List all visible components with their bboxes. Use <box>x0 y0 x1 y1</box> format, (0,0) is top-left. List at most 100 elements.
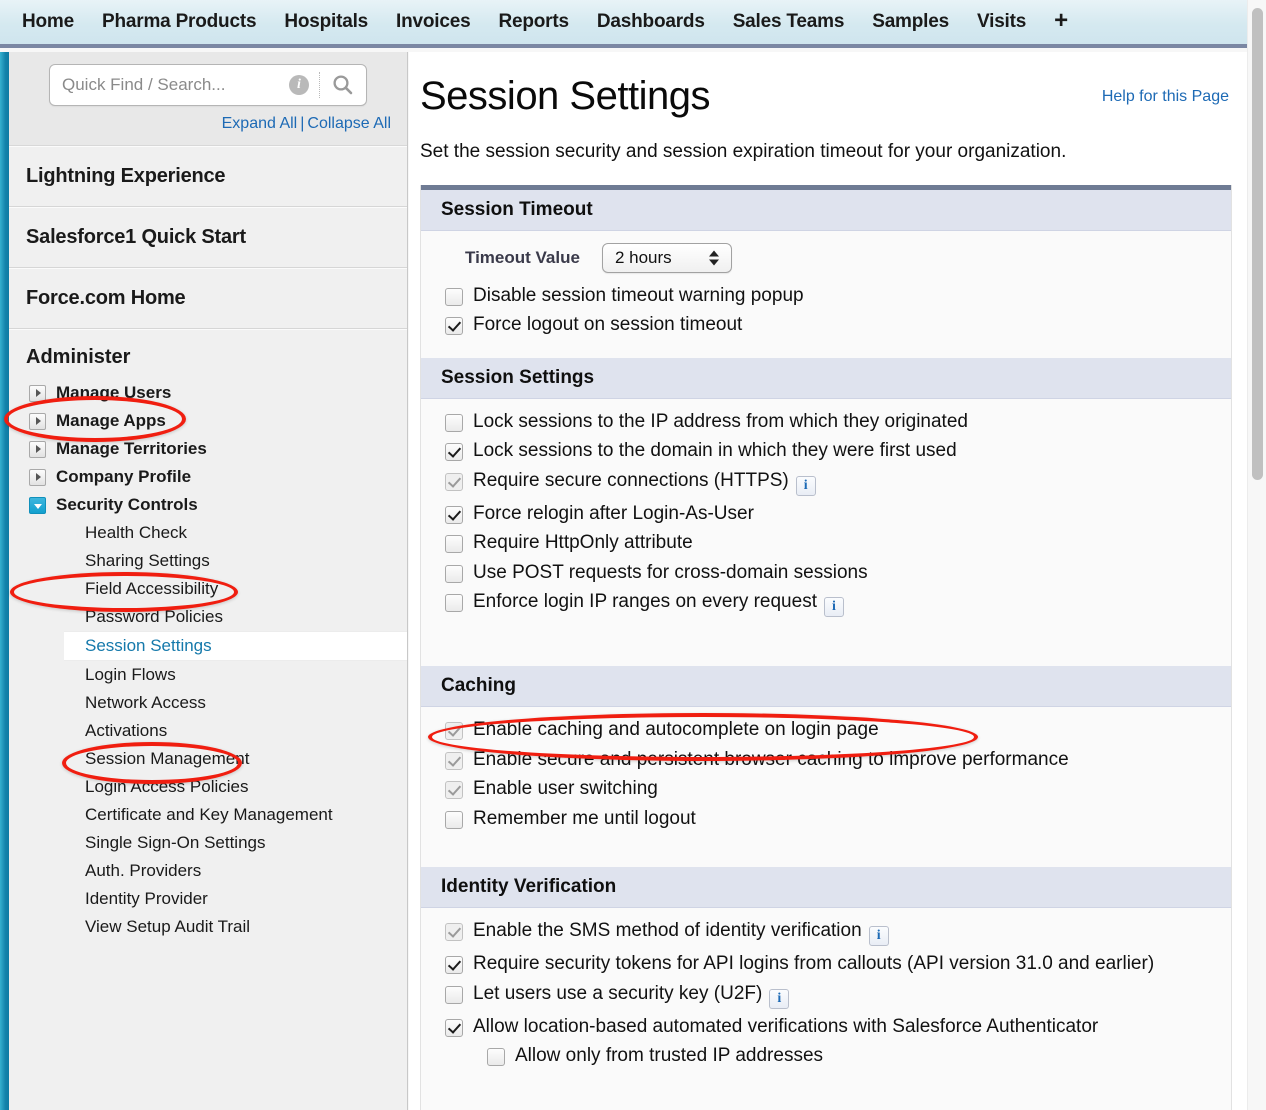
tab-invoices[interactable]: Invoices <box>396 11 471 33</box>
checkbox-row[interactable]: Require security tokens for API logins f… <box>445 953 1231 975</box>
timeout-value-row: Timeout Value 2 hours <box>445 243 1231 273</box>
settings-sections: Session Timeout Timeout Value 2 hours Di… <box>420 185 1232 1110</box>
sidebar-item-manage-users[interactable]: Manage Users <box>9 379 407 407</box>
session-settings-heading: Session Settings <box>421 357 1231 399</box>
checkbox-row[interactable]: Require secure connections (HTTPS) i <box>445 470 1231 496</box>
checkbox-label: Use POST requests for cross-domain sessi… <box>473 562 868 584</box>
sidebar-subitem-login-flows[interactable]: Login Flows <box>9 661 407 689</box>
checkbox-enable-user-switching <box>445 781 463 800</box>
checkbox-require-security-tokens-for-api-logins-from-ca[interactable] <box>445 956 463 975</box>
checkbox-lock-sessions-to-the-domain-in-which-they-were[interactable] <box>445 443 463 462</box>
tab-samples[interactable]: Samples <box>872 11 949 33</box>
sidebar-item-manage-apps[interactable]: Manage Apps <box>9 407 407 435</box>
tab-sales-teams[interactable]: Sales Teams <box>733 11 845 33</box>
checkbox-allow-location-based-automated-verifications-w[interactable] <box>445 1018 463 1037</box>
info-icon[interactable]: i <box>823 597 844 618</box>
chevron-down-icon[interactable] <box>29 496 46 514</box>
sidebar-section-lightning-experience[interactable]: Lightning Experience <box>9 146 407 207</box>
info-icon[interactable]: i <box>795 475 816 496</box>
sidebar-section-force-com-home[interactable]: Force.com Home <box>9 268 407 329</box>
timeout-value-select[interactable]: 2 hours <box>601 243 732 273</box>
checkbox-row[interactable]: Allow only from trusted IP addresses <box>445 1045 1231 1067</box>
sidebar-subitem-network-access[interactable]: Network Access <box>9 689 407 717</box>
sidebar-subitem-identity-provider[interactable]: Identity Provider <box>9 885 407 913</box>
sidebar-subitem-auth-providers[interactable]: Auth. Providers <box>9 857 407 885</box>
tab-home[interactable]: Home <box>22 11 74 33</box>
identity-verification-checkbox-list: Enable the SMS method of identity verifi… <box>445 920 1231 1068</box>
checkbox-require-httponly-attribute[interactable] <box>445 535 463 554</box>
checkbox-row[interactable]: Require HttpOnly attribute <box>445 532 1231 554</box>
quick-find-searchbox[interactable]: i <box>49 64 367 106</box>
checkbox-row[interactable]: Force logout on session timeout <box>445 314 1231 336</box>
checkbox-label-text: Lock sessions to the domain in which the… <box>473 440 957 462</box>
checkbox-let-users-use-a-security-key-u2f-[interactable] <box>445 985 463 1004</box>
checkbox-label-text: Use POST requests for cross-domain sessi… <box>473 561 868 583</box>
tab-reports[interactable]: Reports <box>498 11 569 33</box>
sidebar-subitem-session-management[interactable]: Session Management <box>9 745 407 773</box>
chevron-right-icon[interactable] <box>29 468 46 486</box>
checkbox-disable-session-timeout-warning-popup[interactable] <box>445 288 463 306</box>
sidebar-subitem-health-check[interactable]: Health Check <box>9 519 407 547</box>
sidebar-item-security-controls[interactable]: Security Controls <box>9 491 407 519</box>
main-scrollbar[interactable] <box>1239 52 1247 1110</box>
sidebar-subitem-password-policies[interactable]: Password Policies <box>9 603 407 631</box>
sidebar-subitem-field-accessibility[interactable]: Field Accessibility <box>9 575 407 603</box>
sidebar-subitem-single-sign-on-settings[interactable]: Single Sign-On Settings <box>9 829 407 857</box>
info-icon: i <box>289 75 309 95</box>
checkbox-row[interactable]: Lock sessions to the IP address from whi… <box>445 411 1231 433</box>
info-icon[interactable]: i <box>769 988 790 1009</box>
checkbox-row[interactable]: Enable the SMS method of identity verifi… <box>445 920 1231 947</box>
expand-all-link[interactable]: Expand All <box>222 115 298 132</box>
sidebar-subitem-view-setup-audit-trail[interactable]: View Setup Audit Trail <box>9 913 407 941</box>
page-scrollbar-track[interactable] <box>1247 0 1266 1110</box>
help-for-this-page-link[interactable]: Help for this Page <box>1102 88 1229 106</box>
link-divider: | <box>300 115 305 132</box>
checkbox-remember-me-until-logout[interactable] <box>445 810 463 829</box>
sidebar-item-company-profile[interactable]: Company Profile <box>9 463 407 491</box>
checkbox-row[interactable]: Let users use a security key (U2F) i <box>445 983 1231 1009</box>
security-controls-child-list: Health Check Sharing Settings Field Access… <box>9 519 407 941</box>
info-icon[interactable]: i <box>868 926 889 947</box>
checkbox-label-text: Enable user switching <box>473 778 658 800</box>
checkbox-force-logout-on-session-timeout[interactable] <box>445 317 463 336</box>
checkbox-label-text: Force logout on session timeout <box>473 314 743 336</box>
checkbox-row[interactable]: Enforce login IP ranges on every request… <box>445 591 1231 618</box>
search-input[interactable] <box>50 74 289 96</box>
checkbox-label: Require secure connections (HTTPS) i <box>473 470 816 496</box>
sidebar-subitem-session-settings[interactable]: Session Settings <box>64 631 407 661</box>
sidebar-section-salesforce1-quick-start[interactable]: Salesforce1 Quick Start <box>9 207 407 268</box>
checkbox-row[interactable]: Enable caching and autocomplete on login… <box>445 719 1231 741</box>
collapse-all-link[interactable]: Collapse All <box>307 115 391 132</box>
administer-group-header[interactable]: Administer <box>9 329 407 379</box>
session-timeout-heading: Session Timeout <box>421 190 1231 231</box>
tab-add-button[interactable]: + <box>1054 8 1068 36</box>
checkbox-row[interactable]: Force relogin after Login-As-User <box>445 503 1231 525</box>
sidebar-subitem-sharing-settings[interactable]: Sharing Settings <box>9 547 407 575</box>
search-icon[interactable] <box>320 65 366 105</box>
checkbox-lock-sessions-to-the-ip-address-from-which-the[interactable] <box>445 413 463 432</box>
chevron-right-icon[interactable] <box>29 440 46 458</box>
tab-visits[interactable]: Visits <box>977 11 1026 33</box>
sidebar-subitem-certificate-and-key-management[interactable]: Certificate and Key Management <box>9 801 407 829</box>
sidebar-item-manage-territories[interactable]: Manage Territories <box>9 435 407 463</box>
checkbox-row[interactable]: Disable session timeout warning popup <box>445 285 1231 307</box>
checkbox-row[interactable]: Remember me until logout <box>445 808 1231 830</box>
checkbox-row[interactable]: Enable secure and persistent browser cac… <box>445 749 1231 771</box>
checkbox-row[interactable]: Lock sessions to the domain in which the… <box>445 440 1231 462</box>
checkbox-enforce-login-ip-ranges-on-every-request[interactable] <box>445 594 463 613</box>
sidebar-subitem-login-access-policies[interactable]: Login Access Policies <box>9 773 407 801</box>
page-scrollbar-thumb[interactable] <box>1252 8 1263 480</box>
chevron-right-icon[interactable] <box>29 412 46 430</box>
page-description: Set the session security and session exp… <box>420 141 1067 162</box>
tab-pharma-products[interactable]: Pharma Products <box>102 11 257 33</box>
checkbox-row[interactable]: Use POST requests for cross-domain sessi… <box>445 562 1231 584</box>
tab-hospitals[interactable]: Hospitals <box>284 11 368 33</box>
sidebar-subitem-activations[interactable]: Activations <box>9 717 407 745</box>
chevron-right-icon[interactable] <box>29 384 46 402</box>
checkbox-use-post-requests-for-cross-domain-sessions[interactable] <box>445 564 463 583</box>
checkbox-force-relogin-after-login-as-user[interactable] <box>445 505 463 524</box>
checkbox-row[interactable]: Allow location-based automated verificat… <box>445 1016 1231 1038</box>
tab-dashboards[interactable]: Dashboards <box>597 11 705 33</box>
checkbox-allow-only-from-trusted-ip-addresses[interactable] <box>487 1048 505 1067</box>
checkbox-row[interactable]: Enable user switching <box>445 778 1231 800</box>
